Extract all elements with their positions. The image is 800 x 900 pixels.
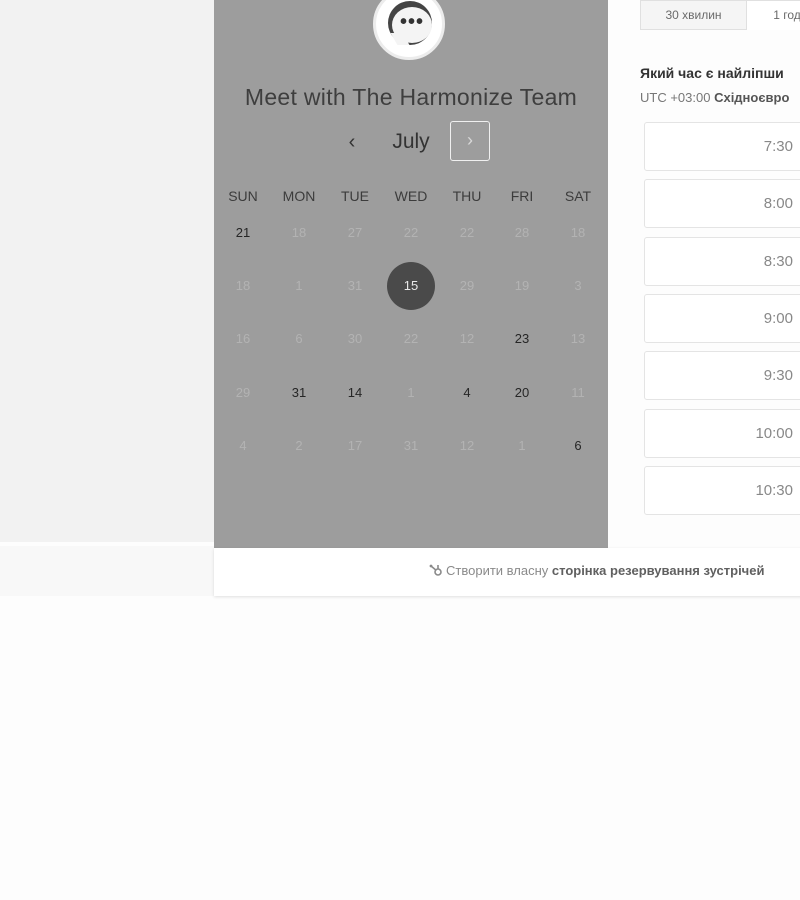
chevron-left-icon[interactable]: ‹ [338,129,366,157]
unavailable-day: 1 [518,438,526,453]
unavailable-day: 29 [459,278,475,293]
selected-day[interactable]: 15 [387,262,435,310]
duration-1h-button[interactable]: 1 год [747,1,800,30]
time-slot-label: 8:00 [763,195,793,213]
unavailable-day: 12 [459,331,475,346]
time-slot-label: 9:30 [763,367,793,385]
time-slot-button[interactable]: 9:30 [644,351,800,401]
unavailable-day: 22 [459,225,475,240]
page-title: Meet with The Harmonize Team [244,84,578,110]
hubspot-sprocket-icon [429,564,442,576]
time-slot-button[interactable]: 8:30 [644,236,800,286]
time-slot-button[interactable]: 9:00 [644,293,800,343]
unavailable-day: 31 [347,278,363,293]
footer-text-plain: Створити власну [446,563,549,578]
time-slot-label: 10:00 [755,424,793,442]
timezone-name: Східноєвро [714,90,790,105]
unavailable-day: 11 [571,385,585,400]
time-slot-button[interactable]: 10:30 [644,465,800,515]
unavailable-day: 1 [295,278,303,293]
time-slot-label: 8:30 [763,252,793,270]
footer-bar: Створити власну сторінка резервування зу… [214,548,800,596]
left-background [0,0,214,542]
available-day[interactable]: 21 [219,209,267,257]
time-question-heading: Який час є найліпши [640,65,784,81]
unavailable-day: 3 [574,278,582,293]
unavailable-day: 6 [295,331,303,346]
duration-selector: 30 хвилин 1 год [640,0,800,30]
footer-text-bold: сторінка резервування зустрічей [551,563,765,578]
unavailable-day: 4 [239,438,247,453]
available-day[interactable]: 23 [498,315,546,363]
time-slot-label: 10:30 [755,481,793,499]
unavailable-day: 18 [235,278,251,293]
unavailable-day: 13 [570,331,586,346]
left-footer-strip [0,546,214,596]
time-slot-label: 9:00 [763,309,793,327]
time-slot-button[interactable]: 8:00 [644,179,800,229]
available-day[interactable]: 20 [498,369,546,417]
unavailable-day: 16 [235,331,251,346]
weekday-wed: WED [394,188,428,204]
duration-30min-button[interactable]: 30 хвилин [641,1,747,30]
unavailable-day: 18 [291,225,307,240]
weekday-mon: MON [282,188,316,204]
time-slot-button[interactable]: 10:00 [644,408,800,458]
unavailable-day: 12 [459,438,475,453]
available-day[interactable]: 4 [443,369,491,417]
weekday-thu: THU [452,188,482,204]
weekday-sun: SUN [228,188,258,204]
unavailable-day: 1 [407,385,415,400]
unavailable-day: 22 [403,331,419,346]
unavailable-day: 22 [403,225,419,240]
weekday-sat: SAT [564,188,592,204]
unavailable-day: 17 [347,438,363,453]
unavailable-day: 30 [347,331,363,346]
timezone-offset: UTC +03:00 [640,90,711,105]
unavailable-day: 27 [347,225,363,240]
unavailable-day: 2 [295,438,303,453]
month-label: July [392,130,430,153]
weekday-fri: FRI [510,188,534,204]
available-day[interactable]: 14 [331,369,379,417]
unavailable-day: 29 [235,385,251,400]
available-day[interactable]: 31 [275,369,323,417]
unavailable-day: 28 [514,225,530,240]
timezone-label[interactable]: UTC +03:00 Східноєвро [640,90,789,105]
available-day[interactable]: 6 [554,422,602,470]
unavailable-day: 18 [570,225,586,240]
unavailable-day: 31 [403,438,419,453]
time-slot-button[interactable]: 7:30 [644,122,800,171]
avatar-bubble: ••• [392,7,432,43]
chevron-right-icon[interactable]: › [450,121,490,161]
time-slot-label: 7:30 [763,138,793,155]
unavailable-day: 19 [514,278,530,293]
create-booking-page-link[interactable]: Створити власну сторінка резервування зу… [429,548,764,594]
weekday-tue: TUE [341,188,369,204]
